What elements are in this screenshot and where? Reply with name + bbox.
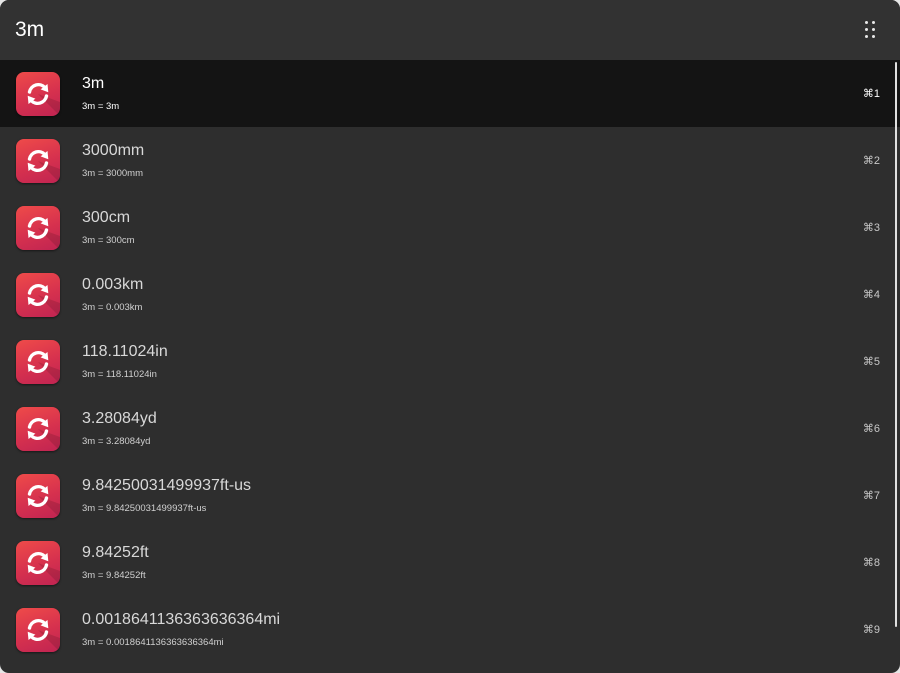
result-item[interactable]: 3.28084yd 3m = 3.28084yd ⌘6 (0, 395, 900, 462)
convert-icon (16, 139, 60, 183)
result-title: 3.28084yd (82, 410, 157, 427)
search-bar (0, 0, 900, 60)
convert-icon (16, 340, 60, 384)
result-subtitle: 3m = 3000mm (82, 168, 143, 179)
result-subtitle: 3m = 9.84252ft (82, 570, 146, 581)
convert-icon (16, 72, 60, 116)
result-subtitle: 3m = 3.28084yd (82, 436, 151, 447)
result-subtitle: 3m = 0.003km (82, 302, 143, 313)
result-title: 9.84250031499937ft-us (82, 477, 252, 494)
convert-icon (16, 206, 60, 250)
result-title: 9.84252ft (82, 544, 149, 561)
result-item[interactable]: 3000mm 3m = 3000mm ⌘2 (0, 127, 900, 194)
result-shortcut: ⌘3 (862, 222, 880, 234)
search-input[interactable] (15, 14, 835, 46)
result-shortcut: ⌘8 (862, 557, 880, 569)
convert-icon (16, 407, 60, 451)
result-shortcut: ⌘1 (862, 88, 880, 100)
result-title: 300cm (82, 209, 131, 226)
result-title: 0.0018641136363636364mi (82, 611, 281, 628)
scrollbar[interactable] (895, 62, 897, 627)
result-subtitle: 3m = 300cm (82, 235, 135, 246)
result-title: 0.003km (82, 276, 144, 293)
result-subtitle: 3m = 9.84250031499937ft-us (82, 503, 207, 514)
result-title: 3000mm (82, 142, 145, 159)
result-subtitle: 3m = 3m (82, 101, 120, 112)
result-shortcut: ⌘4 (862, 289, 880, 301)
result-subtitle: 3m = 118.11024in (82, 369, 157, 380)
result-item[interactable]: 3m 3m = 3m ⌘1 (0, 60, 900, 127)
result-title: 118.11024in (82, 343, 168, 360)
result-shortcut: ⌘9 (862, 624, 880, 636)
result-item[interactable]: 0.0018641136363636364mi 3m = 0.001864113… (0, 596, 900, 663)
result-title: 3m (82, 75, 105, 92)
result-item[interactable]: 0.003km 3m = 0.003km ⌘4 (0, 261, 900, 328)
result-shortcut: ⌘6 (862, 423, 880, 435)
launcher-window: 3m 3m = 3m ⌘1 3000mm 3m = 3000mm ⌘2 300c… (0, 0, 900, 673)
results-list: 3m 3m = 3m ⌘1 3000mm 3m = 3000mm ⌘2 300c… (0, 60, 900, 673)
result-item[interactable]: 9.84250031499937ft-us 3m = 9.84250031499… (0, 462, 900, 529)
convert-icon (16, 541, 60, 585)
result-shortcut: ⌘5 (862, 356, 880, 368)
result-shortcut: ⌘2 (862, 155, 880, 167)
grid-menu-icon[interactable] (864, 20, 880, 40)
convert-icon (16, 273, 60, 317)
result-item[interactable]: 9.84252ft 3m = 9.84252ft ⌘8 (0, 529, 900, 596)
convert-icon (16, 474, 60, 518)
result-subtitle: 3m = 0.0018641136363636364mi (82, 637, 224, 648)
result-item[interactable]: 118.11024in 3m = 118.11024in ⌘5 (0, 328, 900, 395)
convert-icon (16, 608, 60, 652)
result-item[interactable]: 300cm 3m = 300cm ⌘3 (0, 194, 900, 261)
result-shortcut: ⌘7 (862, 490, 880, 502)
